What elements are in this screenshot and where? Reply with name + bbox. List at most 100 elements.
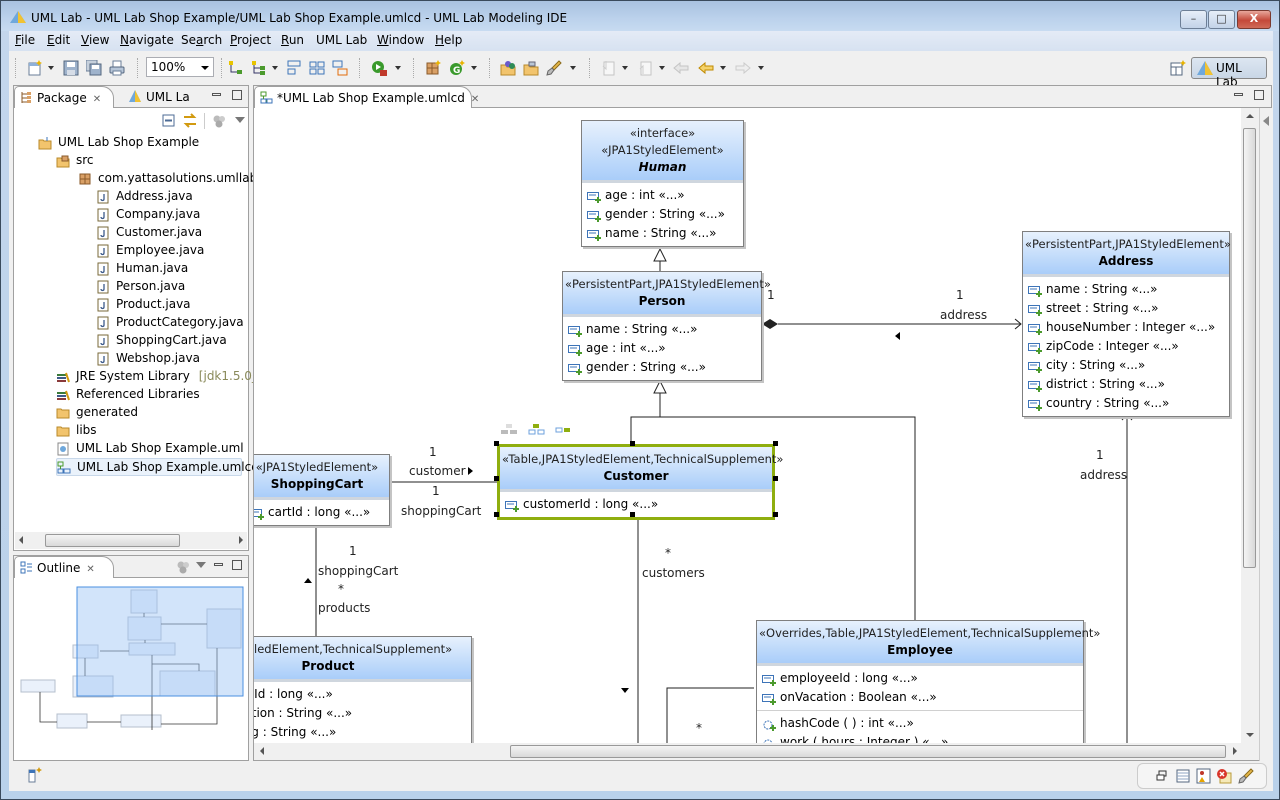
role-label[interactable]: address xyxy=(1080,468,1127,482)
attribute[interactable]: name : String «...» xyxy=(587,224,739,243)
next-annotation-icon[interactable] xyxy=(600,60,616,76)
new-dropdown-arrow[interactable] xyxy=(48,66,54,70)
scrollbar-thumb[interactable] xyxy=(510,745,1226,758)
auto-layout-icon[interactable] xyxy=(251,60,267,76)
attribute[interactable]: productId : long «...» xyxy=(254,685,467,704)
tree-item[interactable]: JRE System Library [jdk1.5.0_22] xyxy=(56,368,278,386)
attribute[interactable]: street : String «...» xyxy=(1028,299,1225,318)
new-class-icon[interactable] xyxy=(425,60,441,76)
minimize-view-icon[interactable] xyxy=(212,93,221,96)
layout-dropdown-arrow[interactable] xyxy=(272,66,278,70)
open-project-icon[interactable] xyxy=(500,60,516,76)
brush-icon[interactable] xyxy=(546,60,562,76)
package-explorer-hscrollbar[interactable] xyxy=(15,532,247,549)
new-icon[interactable] xyxy=(27,60,43,76)
brush-icon[interactable] xyxy=(1238,768,1254,784)
tree-item[interactable]: UML Lab Shop Example.umlcd xyxy=(56,458,259,476)
close-tab-icon[interactable]: ✕ xyxy=(471,94,479,105)
attribute[interactable]: name : String «...» xyxy=(1028,280,1225,299)
tab-uml-lab[interactable]: UML La xyxy=(124,86,204,108)
tree-item[interactable]: generated xyxy=(56,404,256,422)
maximize-editor-icon[interactable] xyxy=(1254,90,1264,100)
scroll-right-icon[interactable] xyxy=(1233,747,1237,755)
class-human[interactable]: «interface» «JPA1StyledElement» Human age :… xyxy=(581,120,744,247)
attribute[interactable]: houseNumber : Integer «...» xyxy=(1028,318,1225,337)
operation[interactable]: work ( hours : Integer ) «...» xyxy=(762,733,1079,743)
tree-item[interactable]: src xyxy=(56,152,256,170)
filter-icon[interactable] xyxy=(212,114,226,128)
menu-file[interactable]: File xyxy=(15,33,35,47)
role-label[interactable]: shoppingCart xyxy=(318,564,398,578)
attribute[interactable]: description : String «...» xyxy=(254,704,467,723)
layout-icon[interactable] xyxy=(227,60,243,76)
attribute[interactable]: city : String «...» xyxy=(1028,356,1225,375)
class-shoppingcart[interactable]: «JPA1StyledElement» ShoppingCart cartId : … xyxy=(254,454,390,526)
align-icon[interactable] xyxy=(286,60,302,76)
minimize-button[interactable]: – xyxy=(1180,10,1207,29)
prev-annotation-icon[interactable] xyxy=(637,60,653,76)
filter-icon[interactable] xyxy=(176,560,190,574)
view-menu-icon[interactable] xyxy=(235,117,245,123)
maximize-view-icon[interactable] xyxy=(232,90,242,100)
prev-annotation-dropdown-arrow[interactable] xyxy=(659,66,665,70)
role-label[interactable]: customer xyxy=(409,464,466,478)
back-dropdown-arrow[interactable] xyxy=(720,66,726,70)
attribute[interactable]: customerId : long «...» xyxy=(505,495,768,514)
forward-icon[interactable] xyxy=(735,60,751,76)
tree-item[interactable]: com.yattasolutions.umllab.e xyxy=(78,170,278,188)
minimize-view-icon[interactable] xyxy=(214,563,223,566)
scroll-right-icon[interactable] xyxy=(239,536,243,544)
maximize-view-icon[interactable] xyxy=(232,560,242,570)
tree-item[interactable]: Referenced Libraries xyxy=(56,386,256,404)
class-employee[interactable]: «Overrides,Table,JPA1StyledElement,Techn… xyxy=(756,620,1100,743)
attribute[interactable]: labelling : String «...» xyxy=(254,723,467,742)
editor-vscrollbar[interactable] xyxy=(1241,108,1258,743)
attribute[interactable]: name : String «...» xyxy=(568,320,757,339)
scroll-left-icon[interactable] xyxy=(260,747,264,755)
menu-help[interactable]: Help xyxy=(435,33,462,47)
close-button[interactable]: X xyxy=(1237,10,1271,29)
attribute[interactable]: onVacation : Boolean «...» xyxy=(762,688,1079,707)
attribute[interactable]: zipCode : Integer «...» xyxy=(1028,337,1225,356)
scrollbar-thumb[interactable] xyxy=(45,534,180,547)
open-perspective-icon[interactable] xyxy=(1170,60,1186,76)
restore-icon[interactable] xyxy=(1156,770,1168,782)
menu-run[interactable]: Run xyxy=(281,33,304,47)
scroll-down-icon[interactable] xyxy=(1246,733,1254,737)
class-customer[interactable]: «Table,JPA1StyledElement,TechnicalSupple… xyxy=(497,444,783,520)
tab-outline[interactable]: Outline ✕ xyxy=(14,556,114,578)
close-tab-icon[interactable]: ✕ xyxy=(86,564,94,575)
save-all-icon[interactable] xyxy=(86,60,102,76)
show-palette-icon[interactable] xyxy=(1263,116,1269,126)
view-menu-icon[interactable] xyxy=(196,562,206,568)
role-label[interactable]: address xyxy=(940,308,987,322)
menu-search[interactable]: Search xyxy=(181,33,222,47)
menu-view[interactable]: View xyxy=(81,33,109,47)
role-label[interactable]: customers xyxy=(642,566,705,580)
palette-collapsed-bar[interactable] xyxy=(1259,108,1272,762)
uml-lab-perspective-button[interactable]: UML Lab xyxy=(1191,57,1267,89)
tree-item[interactable]: libs xyxy=(56,422,256,440)
last-edit-location-icon[interactable] xyxy=(673,60,689,76)
attribute[interactable]: gender : String «...» xyxy=(568,358,757,377)
grid-icon[interactable] xyxy=(309,60,325,76)
scroll-left-icon[interactable] xyxy=(19,536,23,544)
class-product[interactable]: «JPA1StyledElement,TechnicalSupplement» P… xyxy=(254,636,472,743)
class-address[interactable]: «PersistentPart,JPA1StyledElement» Addres… xyxy=(1022,231,1231,417)
generator-dropdown-arrow[interactable] xyxy=(471,66,477,70)
javadoc-view-icon[interactable] xyxy=(1196,768,1211,784)
properties-view-icon[interactable] xyxy=(1176,769,1190,783)
tree-item[interactable]: UML Lab Shop Example.uml xyxy=(56,440,256,458)
role-label[interactable]: shoppingCart xyxy=(401,504,481,518)
diagram-overview-thumbnail[interactable] xyxy=(20,584,244,732)
role-label[interactable]: products xyxy=(318,601,370,615)
zoom-level-combo[interactable]: 100% xyxy=(146,57,214,77)
attribute[interactable]: gender : String «...» xyxy=(587,205,739,224)
attribute[interactable]: cartId : long «...» xyxy=(254,503,385,522)
attribute[interactable]: country : String «...» xyxy=(1028,394,1225,413)
open-folder-icon[interactable] xyxy=(523,60,539,76)
arrange-icon[interactable] xyxy=(332,60,348,76)
run-dropdown-arrow[interactable] xyxy=(395,66,401,70)
scroll-up-icon[interactable] xyxy=(1246,114,1254,118)
maximize-button[interactable]: □ xyxy=(1208,10,1235,29)
